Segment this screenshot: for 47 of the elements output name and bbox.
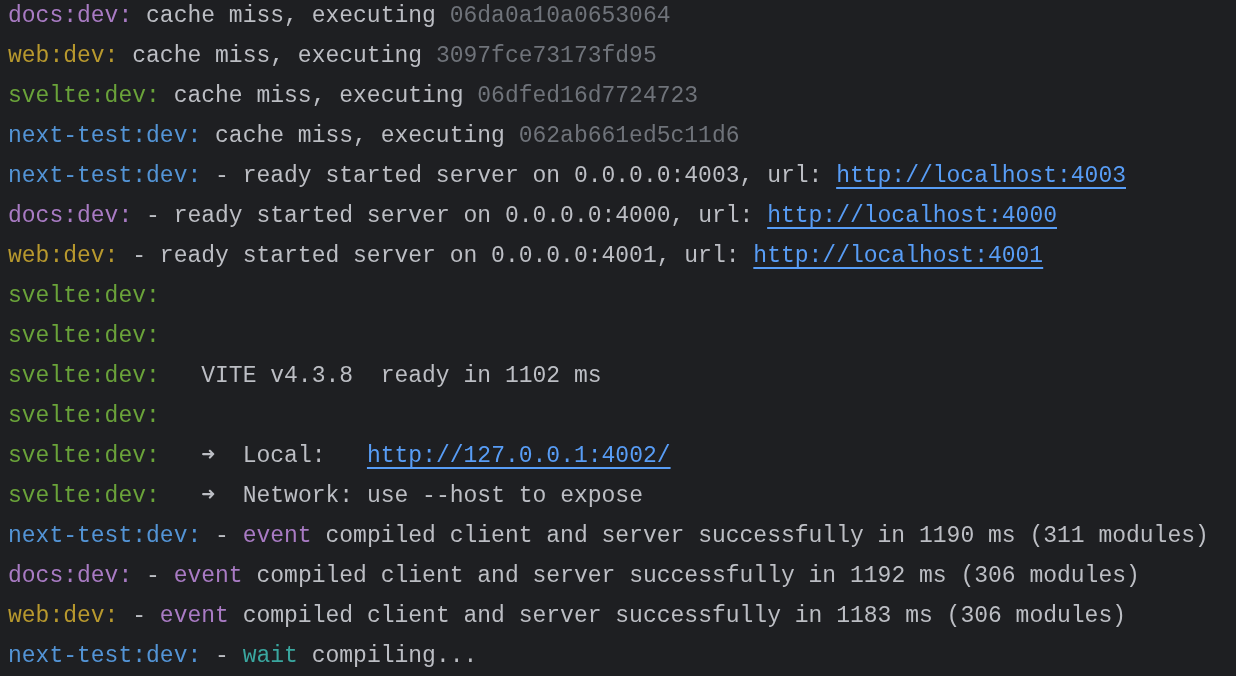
task-prefix: docs:dev: [8, 563, 133, 589]
hash-text: 06dfed16d7724723 [477, 83, 699, 109]
log-text: - [214, 643, 230, 669]
task-prefix: next-test:dev: [8, 163, 202, 189]
task-prefix: web:dev: [8, 243, 119, 269]
log-text: - ready started server on 0.0.0.0:4003, url: [214, 163, 824, 189]
log-text: VITE v4.3.8 ready in 1102 ms [200, 363, 602, 389]
url-link[interactable]: http://localhost:4000 [767, 203, 1057, 229]
task-prefix: next-test:dev: [8, 643, 202, 669]
log-level: event [159, 603, 229, 629]
task-prefix: svelte:dev: [8, 483, 160, 509]
log-level: event [173, 563, 243, 589]
task-prefix: docs:dev: [8, 203, 133, 229]
task-prefix: svelte:dev: [8, 283, 160, 309]
log-text: - [131, 603, 148, 629]
log-text: cache miss, executing [131, 43, 424, 69]
log-text: - [145, 563, 161, 589]
task-prefix: svelte:dev: [8, 403, 160, 429]
log-level: wait [242, 643, 298, 669]
log-text: ➜ Local: [200, 443, 327, 469]
log-text: cache miss, executing [172, 83, 465, 109]
log-text: cache miss, executing [214, 123, 506, 149]
log-level: event [242, 523, 312, 549]
log-text: - ready started server on 0.0.0.0:4000, url: [145, 203, 755, 229]
task-prefix: svelte:dev: [8, 363, 160, 389]
log-text: - [214, 523, 230, 549]
log-text: compiled client and server successfully in 1183 ms (306 modules) [241, 603, 1126, 629]
hash-text: 062ab661ed5c11d6 [518, 123, 740, 149]
url-link[interactable]: http://localhost:4001 [753, 243, 1044, 269]
log-text: compiled client and server successfully in 1192 ms (306 modules) [255, 563, 1140, 589]
log-text: - ready started server on 0.0.0.0:4001, url: [131, 243, 741, 269]
task-prefix: svelte:dev: [8, 83, 160, 109]
task-prefix: next-test:dev: [8, 123, 202, 149]
task-prefix: next-test:dev: [8, 523, 202, 549]
task-prefix: web:dev: [8, 43, 119, 69]
url-link[interactable]: http://127.0.0.1:4002/ [366, 443, 671, 469]
task-prefix: docs:dev: [8, 3, 133, 29]
task-prefix: svelte:dev: [8, 323, 160, 349]
hash-text: 3097fce73173fd95 [435, 43, 657, 69]
url-link[interactable]: http://localhost:4003 [836, 163, 1126, 189]
log-text: ➜ Network: use --host to expose [200, 483, 643, 509]
task-prefix: web:dev: [8, 603, 119, 629]
task-prefix: svelte:dev: [8, 443, 160, 469]
log-text: compiled client and server successfully in 1190 ms (311 modules) [324, 523, 1209, 549]
log-text: cache miss, executing [145, 3, 437, 29]
hash-text: 06da0a10a0653064 [449, 3, 671, 29]
log-text: compiling... [310, 643, 478, 669]
